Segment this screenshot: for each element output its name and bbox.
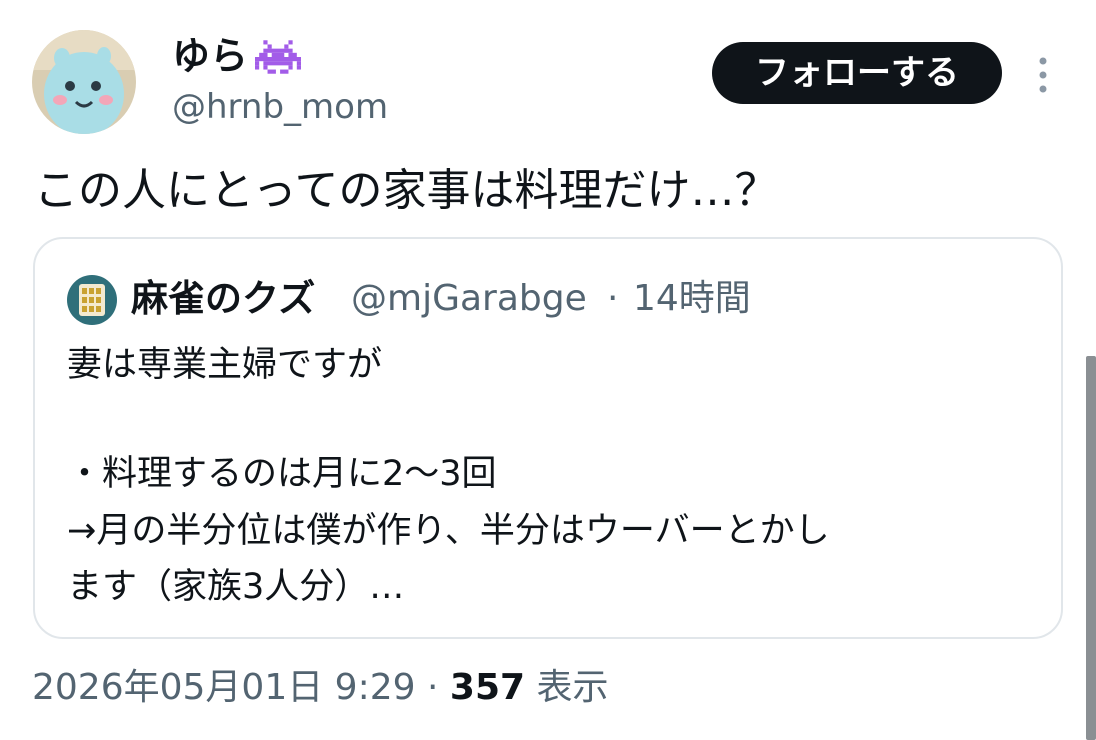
quoted-time[interactable]: 14時間 (633, 271, 751, 327)
scrollbar-thumb[interactable] (1086, 356, 1096, 740)
quoted-text-line: ます（家族3人分）… (67, 567, 405, 607)
tweet-meta: 2026年05月01日 9:29 · 357 表示 (32, 662, 609, 714)
meta-separator: · (426, 667, 439, 708)
quoted-text-line: →月の半分位は僕が作り、半分はウーバーとかし (67, 511, 830, 551)
author-display-name[interactable]: ゆら (172, 30, 248, 82)
vertical-ellipsis-icon[interactable] (1028, 52, 1058, 98)
tweet-text: この人にとっての家事は料理だけ…？ (34, 165, 779, 216)
quoted-text-line: ・料理するのは月に2〜3回 (67, 454, 497, 494)
author-handle[interactable]: @hrnb_mom (172, 82, 388, 132)
tweet-timestamp[interactable]: 2026年05月01日 9:29 (32, 667, 416, 708)
quoted-author-avatar[interactable] (67, 275, 117, 325)
views-label: 表示 (536, 667, 609, 708)
quoted-text-line: 妻は専業主婦ですが (67, 345, 383, 385)
author-avatar[interactable] (32, 30, 136, 134)
mahjong-tiles-avatar-icon (67, 275, 117, 325)
quoted-author-handle[interactable]: @mjGarabge (351, 271, 587, 327)
views-count[interactable]: 357 (450, 667, 525, 708)
quoted-author-display-name[interactable]: 麻雀のクズ (131, 271, 315, 327)
plush-toy-avatar-icon (32, 30, 136, 134)
follow-button[interactable]: フォローする (712, 42, 1002, 104)
quoted-separator: · (607, 278, 619, 319)
space-invader-icon (255, 40, 301, 74)
quoted-tweet-card[interactable]: 麻雀のクズ @mjGarabge · 14時間 妻は専業主婦ですが ・料理するの… (33, 237, 1063, 639)
